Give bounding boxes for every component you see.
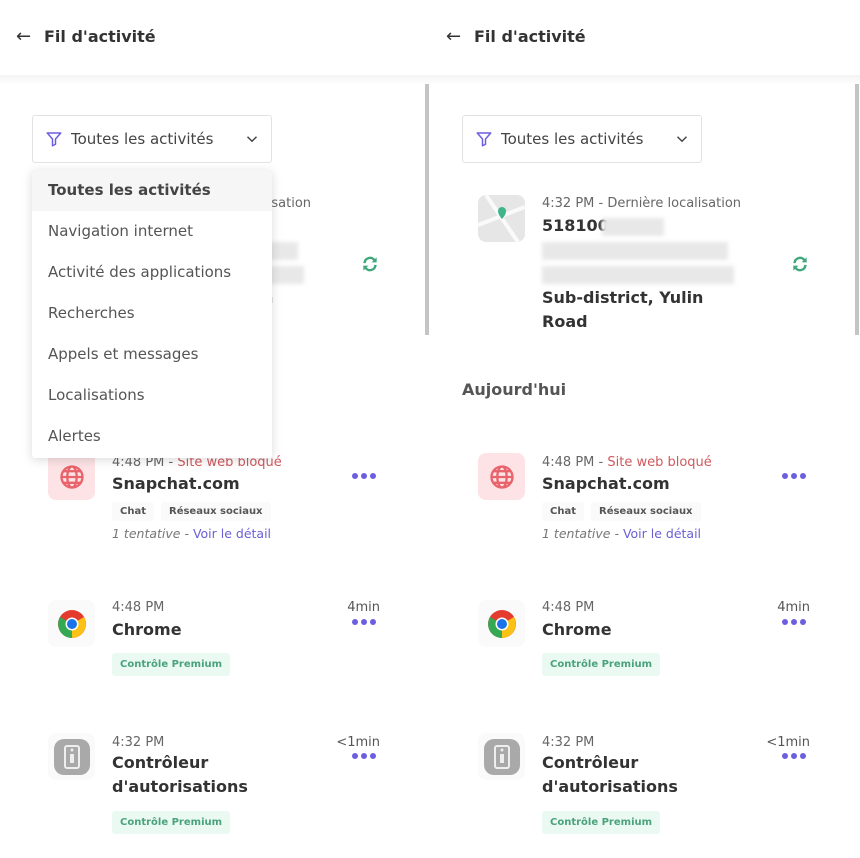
blocked-status: Site web bloqué (607, 455, 712, 470)
header: ← Fil d'activité (430, 0, 860, 75)
permissions-icon (478, 733, 525, 780)
chrome-name: Chrome (112, 620, 182, 639)
more-options-button[interactable] (782, 619, 806, 625)
chrome-icon (478, 600, 525, 647)
chevron-down-icon (676, 136, 688, 143)
page-title: Fil d'activité (44, 27, 156, 46)
filter-icon (46, 132, 62, 147)
perm-time: 4:32 PM (542, 735, 595, 750)
chrome-time: 4:48 PM (112, 600, 165, 615)
globe-icon (48, 453, 95, 500)
activity-panel-dropdown-open: Toutes les activités Navigation internet… (0, 0, 430, 858)
chrome-icon (48, 600, 95, 647)
more-options-button[interactable] (782, 753, 806, 759)
perm-name: Contrôleur (112, 753, 209, 772)
attempts: 1 tentative - Voir le détail (112, 526, 272, 541)
premium-badge: Contrôle Premium (542, 811, 661, 834)
more-options-button[interactable] (352, 619, 376, 625)
perm-time: 4:32 PM (112, 735, 165, 750)
perm-duration: <1min (766, 735, 810, 750)
view-detail-link[interactable]: Voir le détail (193, 526, 271, 541)
permissions-icon (48, 733, 95, 780)
premium-badge: Contrôle Premium (112, 811, 231, 834)
location-postcode: 518100 (542, 216, 609, 235)
globe-icon (478, 453, 525, 500)
redacted-text (542, 266, 734, 284)
activity-filter-select[interactable]: Toutes les activités (32, 115, 272, 163)
perm-name: Contrôleur (542, 753, 639, 772)
blocked-site-name: Snapchat.com (542, 474, 670, 493)
filter-dropdown-menu: Toutes les activités Navigation internet… (32, 170, 272, 458)
redacted-text (542, 242, 728, 260)
filter-label: Toutes les activités (71, 130, 214, 148)
more-options-button[interactable] (352, 473, 376, 479)
refresh-icon[interactable] (360, 254, 380, 274)
blocked-meta: 4:48 PM - Site web bloqué (542, 455, 712, 470)
filter-icon (476, 132, 492, 147)
tag-chat: Chat (112, 502, 154, 521)
page-title: Fil d'activité (474, 27, 586, 46)
more-options-button[interactable] (782, 473, 806, 479)
chrome-duration: 4min (347, 600, 380, 615)
scrollbar[interactable] (855, 84, 859, 335)
chevron-down-icon (246, 136, 258, 143)
redacted-text (602, 218, 664, 236)
filter-label: Toutes les activités (501, 130, 644, 148)
option-all[interactable]: Toutes les activités (32, 170, 272, 211)
location-meta: 4:32 PM - Dernière localisation (542, 196, 742, 211)
tag-social: Réseaux sociaux (591, 502, 701, 521)
attempts: 1 tentative - Voir le détail (542, 526, 702, 541)
premium-badge: Contrôle Premium (542, 653, 661, 676)
tag-chat: Chat (542, 502, 584, 521)
arrow-left-icon[interactable]: ← (16, 26, 31, 47)
option-alerts[interactable]: Alertes (32, 416, 272, 457)
option-calls[interactable]: Appels et messages (32, 334, 272, 375)
option-searches[interactable]: Recherches (32, 293, 272, 334)
option-apps[interactable]: Activité des applications (32, 252, 272, 293)
location-line: Sub-district, Yulin (542, 288, 704, 307)
activity-panel: ← Fil d'activité Toutes les activités 4:… (430, 0, 860, 858)
view-detail-link[interactable]: Voir le détail (623, 526, 701, 541)
chrome-duration: 4min (777, 600, 810, 615)
section-title-today: Aujourd'hui (462, 380, 567, 399)
option-browsing[interactable]: Navigation internet (32, 211, 272, 252)
blocked-site-name: Snapchat.com (112, 474, 240, 493)
location-line: Road (542, 312, 588, 331)
arrow-left-icon[interactable]: ← (446, 26, 461, 47)
refresh-icon[interactable] (790, 254, 810, 274)
chrome-name: Chrome (542, 620, 612, 639)
divider (430, 75, 860, 85)
premium-badge: Contrôle Premium (112, 653, 231, 676)
perm-name: d'autorisations (112, 777, 248, 796)
divider (0, 75, 430, 85)
tag-social: Réseaux sociaux (161, 502, 271, 521)
header: ← Fil d'activité (0, 0, 430, 75)
map-pin-icon (478, 195, 525, 242)
option-locations[interactable]: Localisations (32, 375, 272, 416)
more-options-button[interactable] (352, 753, 376, 759)
scrollbar[interactable] (425, 84, 429, 335)
activity-filter-select[interactable]: Toutes les activités (462, 115, 702, 163)
perm-name: d'autorisations (542, 777, 678, 796)
chrome-time: 4:48 PM (542, 600, 595, 615)
perm-duration: <1min (336, 735, 380, 750)
